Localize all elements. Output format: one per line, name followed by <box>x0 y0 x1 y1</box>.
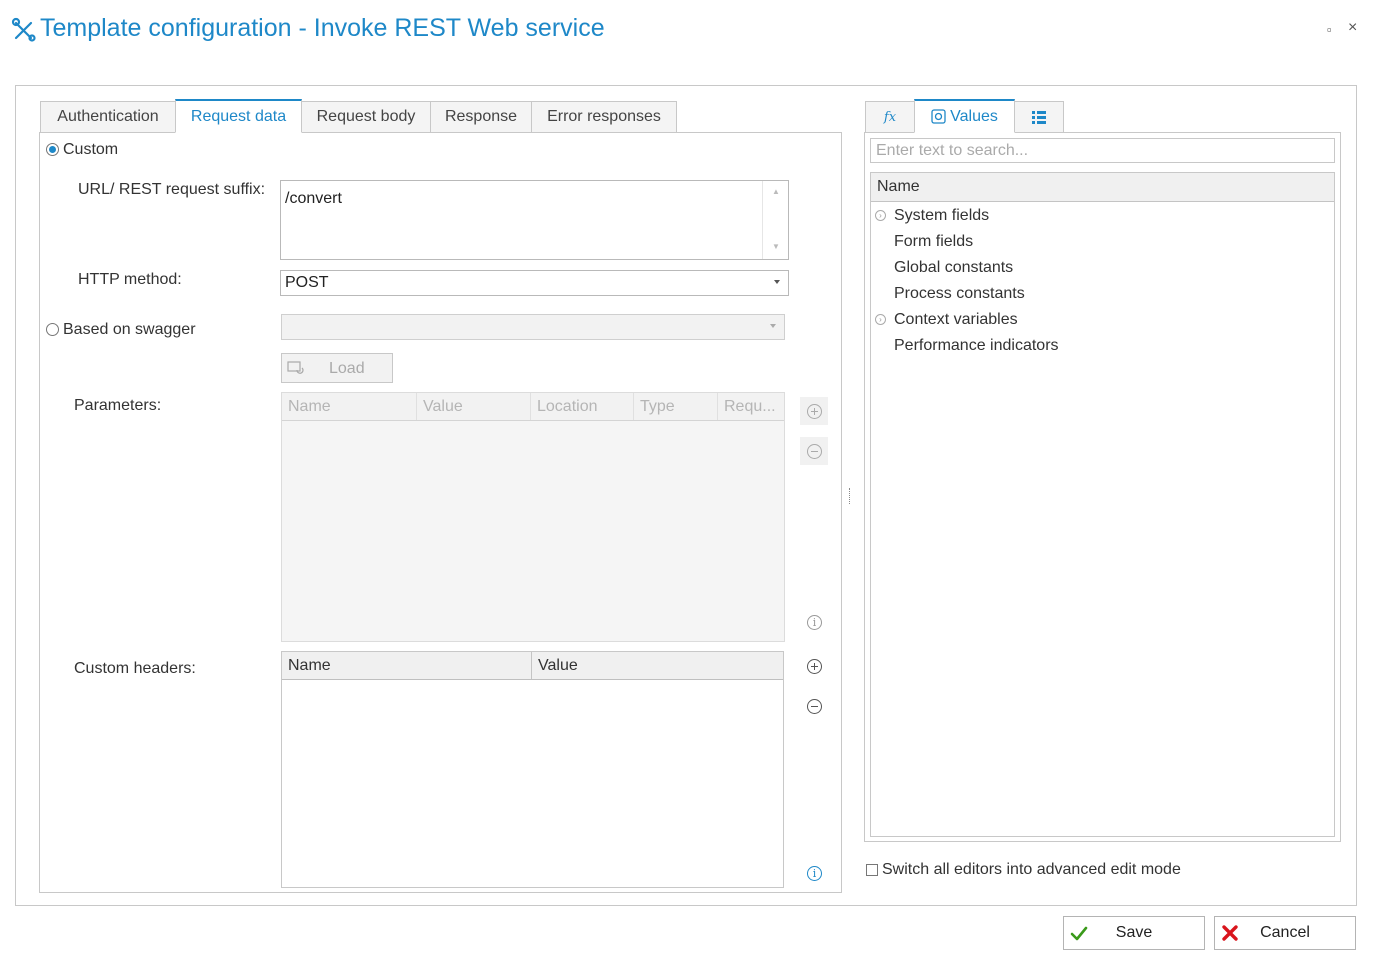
tab-label: Authentication <box>57 108 159 125</box>
function-icon: fx <box>883 109 897 125</box>
tab-response[interactable]: Response <box>430 101 532 133</box>
column-header[interactable]: Requ... <box>718 393 784 420</box>
search-input[interactable]: Enter text to search... <box>870 138 1335 163</box>
custom-headers-label: Custom headers: <box>74 660 196 677</box>
panel-splitter[interactable] <box>849 488 851 504</box>
expand-icon[interactable]: › <box>875 210 886 221</box>
list-icon <box>1032 110 1046 124</box>
http-method-value: POST <box>285 274 329 291</box>
tree-item-global-constants[interactable]: Global constants <box>894 259 1013 277</box>
url-suffix-textarea[interactable]: /convert <box>280 180 789 260</box>
values-icon <box>931 109 946 124</box>
window-title: Template configuration - Invoke REST Web… <box>40 14 605 42</box>
tree-item-process-constants[interactable]: Process constants <box>894 285 1025 303</box>
plus-icon <box>806 658 822 674</box>
tree-header[interactable]: Name <box>871 173 1334 202</box>
custom-radio-label: Custom <box>63 141 119 158</box>
cancel-button[interactable]: Cancel <box>1214 916 1356 950</box>
expand-icon[interactable]: › <box>875 314 886 325</box>
tree-item-performance-indicators[interactable]: Performance indicators <box>894 337 1059 355</box>
info-icon[interactable]: i <box>807 615 822 630</box>
column-header[interactable]: Name <box>282 652 532 679</box>
parameters-grid-header: Name Value Location Type Requ... <box>282 393 784 421</box>
http-method-label: HTTP method: <box>78 271 182 288</box>
http-method-select[interactable]: POST <box>280 270 789 296</box>
add-parameter-button[interactable] <box>800 397 828 425</box>
tab-authentication[interactable]: Authentication <box>40 101 176 133</box>
close-button[interactable]: × <box>1348 19 1357 37</box>
url-value: /convert <box>285 190 342 207</box>
tab-request-data[interactable]: Request data <box>175 99 302 133</box>
chevron-down-icon <box>770 324 776 328</box>
chevron-down-icon <box>774 280 780 284</box>
tools-icon <box>11 17 36 42</box>
column-header[interactable]: Value <box>417 393 531 420</box>
advanced-mode-label[interactable]: Switch all editors into advanced edit mo… <box>882 861 1181 879</box>
swagger-radio[interactable] <box>46 323 59 336</box>
search-placeholder: Enter text to search... <box>876 141 1029 159</box>
scroll-up-icon[interactable]: ▲ <box>772 187 780 196</box>
tab-label: Values <box>950 107 998 125</box>
values-tree[interactable]: Name › System fields Form fields Global … <box>870 172 1335 837</box>
tab-label: Request body <box>316 108 416 125</box>
tree-item-form-fields[interactable]: Form fields <box>894 233 973 251</box>
parameters-label: Parameters: <box>74 397 162 414</box>
tree-item-system-fields[interactable]: System fields <box>894 207 989 225</box>
tree-item-context-variables[interactable]: Context variables <box>894 311 1018 329</box>
tab-label: Error responses <box>547 108 661 125</box>
tab-label: Request data <box>190 107 287 125</box>
custom-radio[interactable] <box>46 143 59 156</box>
cancel-x-icon <box>1222 925 1238 941</box>
advanced-mode-checkbox[interactable] <box>866 864 878 876</box>
tab-request-body[interactable]: Request body <box>301 101 431 133</box>
remove-parameter-button[interactable] <box>800 437 828 465</box>
save-label: Save <box>1115 924 1153 941</box>
scroll-down-icon[interactable]: ▼ <box>772 242 780 251</box>
maximize-button[interactable]: ▫ <box>1327 22 1332 37</box>
url-scrollbar[interactable]: ▲ ▼ <box>762 181 788 259</box>
column-header[interactable]: Type <box>634 393 718 420</box>
load-button[interactable]: Load <box>281 353 393 383</box>
plus-icon <box>806 403 822 419</box>
swagger-radio-label: Based on swagger <box>63 321 196 338</box>
tab-list[interactable] <box>1014 101 1064 133</box>
checkmark-icon <box>1070 926 1088 941</box>
tab-values[interactable]: Values <box>914 99 1015 133</box>
minus-icon <box>806 443 822 459</box>
remove-header-button[interactable] <box>800 692 828 720</box>
tab-functions[interactable]: fx <box>865 101 915 133</box>
info-icon[interactable]: i <box>807 866 822 881</box>
refresh-icon <box>287 361 304 374</box>
tab-error-responses[interactable]: Error responses <box>531 101 677 133</box>
swagger-select[interactable] <box>281 314 785 340</box>
parameters-grid[interactable]: Name Value Location Type Requ... <box>281 392 785 642</box>
column-header[interactable]: Name <box>282 393 417 420</box>
url-label: URL/ REST request suffix: <box>78 181 266 198</box>
custom-headers-grid-header: Name Value <box>282 652 783 680</box>
custom-headers-grid[interactable]: Name Value <box>281 651 784 888</box>
add-header-button[interactable] <box>800 652 828 680</box>
column-header[interactable]: Location <box>531 393 634 420</box>
column-header[interactable]: Value <box>532 652 783 679</box>
cancel-label: Cancel <box>1260 924 1310 941</box>
load-button-label: Load <box>329 360 365 377</box>
save-button[interactable]: Save <box>1063 916 1205 950</box>
minus-icon <box>806 698 822 714</box>
tab-label: Response <box>444 108 518 125</box>
